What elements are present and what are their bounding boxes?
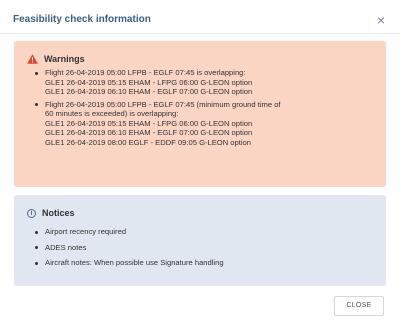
warning-line: 60 minutes is exceeded) is overlapping: xyxy=(45,109,179,118)
header-divider xyxy=(0,33,400,34)
warning-triangle-icon xyxy=(27,54,38,64)
warning-line: GLE1 26-04-2019 08:00 EGLF - EDDF 09:05 … xyxy=(45,137,251,147)
notices-list: Airport recency required ADES notes Airc… xyxy=(34,227,379,274)
warnings-panel: Warnings Flight 26-04-2019 05:00 LFPB - … xyxy=(14,41,386,187)
notices-header: i Notices xyxy=(27,206,75,220)
dialog-header: Feasibility check information × xyxy=(0,0,400,36)
notices-panel: i Notices Airport recency required ADES … xyxy=(14,195,386,286)
warning-line: GLE1 26-04-2019 05:15 EHAM - LFPG 06:00 … xyxy=(45,118,253,128)
warning-item: Flight 26-04-2019 05:00 LFPB - EGLF 07:4… xyxy=(34,100,379,148)
warnings-list: Flight 26-04-2019 05:00 LFPB - EGLF 07:4… xyxy=(34,68,379,150)
feasibility-dialog: Feasibility check information × Warnings… xyxy=(0,0,400,329)
warnings-title: Warnings xyxy=(44,54,85,64)
warning-line: GLE1 26-04-2019 06:10 EHAM - EGLF 07:00 … xyxy=(45,87,253,96)
warning-line: GLE1 26-04-2019 06:10 EHAM - EGLF 07:00 … xyxy=(45,128,253,137)
notice-item: Aircraft notes: When possible use Signat… xyxy=(34,258,379,268)
warning-item: Flight 26-04-2019 05:00 LFPB - EGLF 07:4… xyxy=(34,68,379,97)
close-icon[interactable]: × xyxy=(374,13,388,27)
notices-title: Notices xyxy=(42,208,75,218)
warnings-header: Warnings xyxy=(27,52,85,66)
info-circle-icon: i xyxy=(27,208,36,218)
notice-item: ADES notes xyxy=(34,243,379,253)
warning-line: Flight 26-04-2019 05:00 LFPB - EGLF 07:4… xyxy=(45,68,246,77)
warning-line: Flight 26-04-2019 05:00 LFPB - EGLF 07:4… xyxy=(45,99,281,109)
close-button[interactable]: CLOSE xyxy=(334,296,384,316)
warning-line: GLE1 26-04-2019 05:15 EHAM - LFPG 06:00 … xyxy=(45,77,253,87)
notice-item: Airport recency required xyxy=(34,227,379,237)
dialog-title: Feasibility check information xyxy=(13,14,151,25)
